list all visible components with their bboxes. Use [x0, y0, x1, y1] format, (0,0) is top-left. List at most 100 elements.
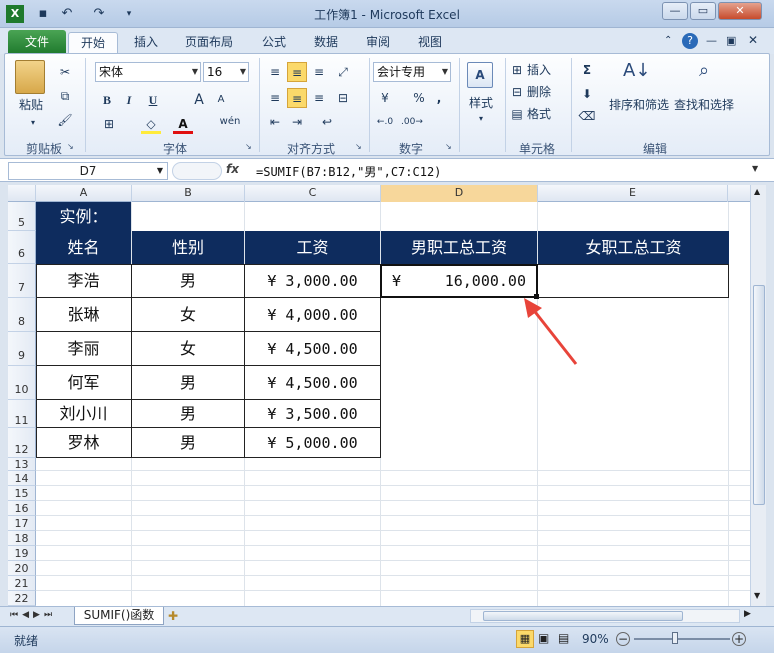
fill-color-icon[interactable]: ◇ [141, 114, 161, 134]
sort-filter-icon[interactable]: A↓ [623, 60, 650, 88]
font-color-button[interactable]: A [173, 114, 193, 134]
record-name[interactable]: 何军 [36, 366, 131, 400]
increase-decimal-icon[interactable]: ←.0 [375, 112, 395, 132]
find-select-button[interactable]: 查找和选择 [671, 96, 737, 114]
bold-button[interactable]: B [97, 90, 117, 110]
tab-home[interactable]: 开始 [68, 32, 118, 54]
sheet-tab[interactable]: SUMIF()函数 [74, 607, 164, 625]
align-top-icon[interactable]: ≡ [265, 62, 285, 82]
row-header-12[interactable]: 12 [8, 428, 36, 458]
comma-button[interactable]: , [429, 88, 449, 108]
formula-input[interactable]: =SUMIF(B7:B12,"男",C7:C12) [256, 163, 441, 180]
page-layout-view-icon[interactable]: ▣ [538, 631, 549, 645]
scroll-up-icon[interactable]: ▲ [754, 187, 760, 196]
row-header-22[interactable]: 22 [8, 591, 36, 606]
row-header-11[interactable]: 11 [8, 400, 36, 428]
align-middle-icon[interactable]: ≡ [287, 62, 307, 82]
row-header-10[interactable]: 10 [8, 366, 36, 400]
row-header-15[interactable]: 15 [8, 486, 36, 501]
maximize-button[interactable]: ▭ [690, 2, 716, 20]
tab-data[interactable]: 数据 [306, 32, 346, 54]
styles-icon[interactable]: A [467, 62, 493, 88]
row-header-20[interactable]: 20 [8, 561, 36, 576]
row-header-5[interactable]: 5 [8, 202, 36, 231]
tab-view[interactable]: 视图 [410, 32, 450, 54]
decrease-decimal-icon[interactable]: .00→ [401, 112, 423, 132]
row-header-14[interactable]: 14 [8, 471, 36, 486]
font-launcher-icon[interactable]: ↘ [245, 142, 252, 151]
record-gender[interactable]: 男 [132, 264, 244, 298]
cut-icon[interactable]: ✂ [55, 62, 75, 82]
insert-cells-icon[interactable]: ⊞ [507, 60, 527, 80]
paste-dropdown-icon[interactable]: ▾ [23, 114, 43, 132]
paste-icon[interactable] [15, 60, 45, 94]
row-header-18[interactable]: 18 [8, 531, 36, 546]
workbook-restore-icon[interactable]: ▣ [726, 34, 736, 47]
record-name[interactable]: 罗林 [36, 428, 131, 458]
tab-review[interactable]: 审阅 [358, 32, 398, 54]
record-name[interactable]: 刘小川 [36, 400, 131, 428]
tab-formulas[interactable]: 公式 [254, 32, 294, 54]
hscroll-thumb[interactable] [483, 611, 683, 621]
column-header-d[interactable]: D [381, 185, 538, 202]
record-salary[interactable]: ¥ 5,000.00 [245, 428, 380, 458]
insert-sheet-icon[interactable]: ✚ [168, 609, 178, 623]
record-gender[interactable]: 男 [132, 366, 244, 400]
record-salary[interactable]: ¥ 4,500.00 [245, 332, 380, 366]
record-name[interactable]: 李丽 [36, 332, 131, 366]
align-left-icon[interactable]: ≡ [265, 88, 285, 108]
merge-center-icon[interactable]: ⊟ [333, 88, 353, 108]
tab-insert[interactable]: 插入 [126, 32, 166, 54]
header-female-total[interactable]: 女职工总工资 [538, 231, 729, 264]
header-salary[interactable]: 工资 [245, 231, 380, 264]
record-gender[interactable]: 男 [132, 428, 244, 458]
help-icon[interactable]: ? [682, 33, 698, 49]
fill-icon[interactable]: ⬇ [577, 84, 597, 104]
formula-expand-icon[interactable]: ▼ [752, 164, 758, 173]
paste-button[interactable]: 粘贴 [11, 96, 51, 114]
column-header-b[interactable]: B [132, 185, 245, 202]
scroll-down-icon[interactable]: ▼ [754, 591, 760, 600]
example-label[interactable]: 实例： [36, 202, 131, 231]
row-header-9[interactable]: 9 [8, 332, 36, 366]
record-gender[interactable]: 女 [132, 332, 244, 366]
record-salary[interactable]: ¥ 4,000.00 [245, 298, 380, 332]
row-header-8[interactable]: 8 [8, 298, 36, 332]
scroll-right-icon[interactable]: ▶ [744, 609, 751, 619]
insert-cells-button[interactable]: 插入 [527, 61, 561, 79]
grow-font-button[interactable]: A [189, 90, 209, 110]
row-header-17[interactable]: 17 [8, 516, 36, 531]
wrap-text-icon[interactable]: ↩ [317, 112, 337, 132]
zoom-slider[interactable] [634, 638, 730, 640]
tab-page-layout[interactable]: 页面布局 [178, 32, 240, 54]
sheet-nav-icon[interactable]: ⏮◀▶⏭ [10, 610, 56, 620]
header-male-total[interactable]: 男职工总工资 [381, 231, 537, 264]
row-header-7[interactable]: 7 [8, 264, 36, 298]
sort-filter-button[interactable]: 排序和筛选 [607, 96, 671, 114]
workbook-minimize-icon[interactable]: — [706, 34, 717, 47]
zoom-slider-thumb[interactable] [672, 632, 678, 644]
tab-file[interactable]: 文件 [8, 30, 66, 54]
alignment-launcher-icon[interactable]: ↘ [355, 142, 362, 151]
increase-indent-icon[interactable]: ⇥ [287, 112, 307, 132]
row-header-21[interactable]: 21 [8, 576, 36, 591]
font-size-combo[interactable]: 16 ▼ [203, 62, 249, 82]
record-gender[interactable]: 男 [132, 400, 244, 428]
record-salary[interactable]: ¥ 3,000.00 [245, 264, 380, 298]
scroll-thumb[interactable] [753, 285, 765, 505]
minimize-button[interactable]: — [662, 2, 688, 20]
row-header-19[interactable]: 19 [8, 546, 36, 561]
delete-cells-icon[interactable]: ⊟ [507, 82, 527, 102]
align-bottom-icon[interactable]: ≡ [309, 62, 329, 82]
insert-function-icon[interactable]: fx [226, 162, 239, 176]
column-header-a[interactable]: A [36, 185, 132, 202]
underline-button[interactable]: U [143, 90, 163, 110]
name-box[interactable]: D7 ▼ [8, 162, 168, 180]
record-salary[interactable]: ¥ 3,500.00 [245, 400, 380, 428]
find-select-icon[interactable]: ⌕ [691, 60, 717, 88]
record-name[interactable]: 李浩 [36, 264, 131, 298]
header-gender[interactable]: 性别 [132, 231, 244, 264]
copy-icon[interactable]: ⧉ [55, 86, 75, 106]
zoom-in-icon[interactable]: + [732, 632, 746, 646]
ribbon-minimize-icon[interactable]: ⌃ [664, 35, 672, 46]
